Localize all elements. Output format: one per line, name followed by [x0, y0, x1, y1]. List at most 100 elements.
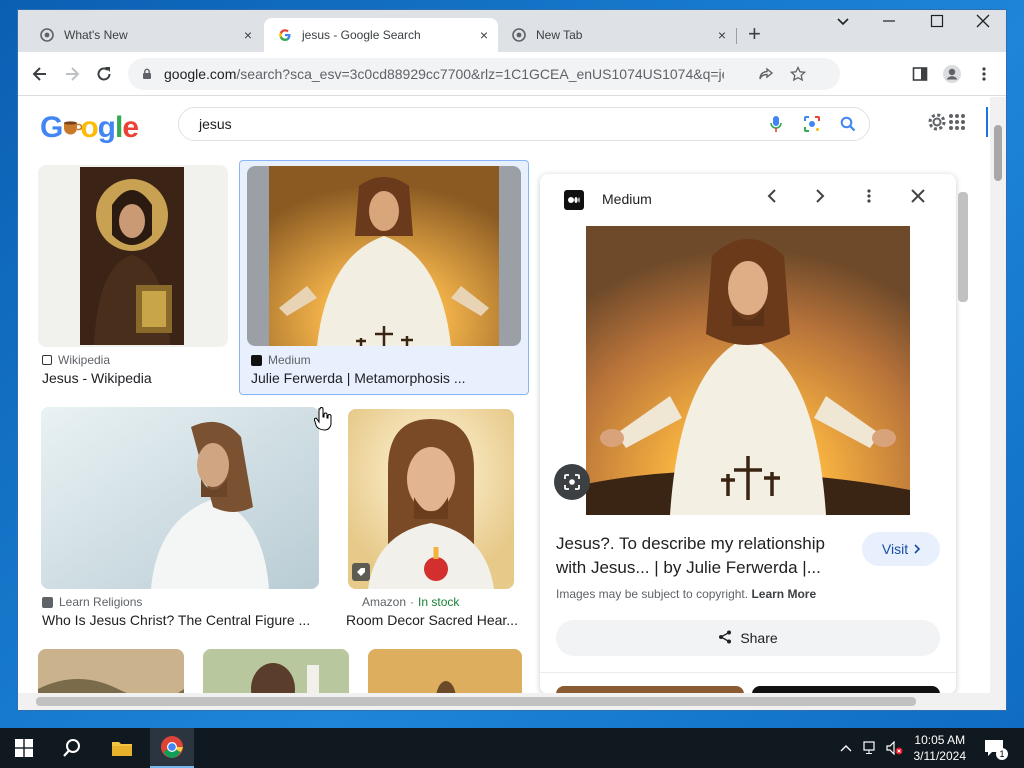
- visit-button[interactable]: Visit: [862, 532, 940, 566]
- tab-jesus-search[interactable]: jesus - Google Search ×: [264, 18, 498, 52]
- system-clock[interactable]: 10:05 AM 3/11/2024: [914, 732, 967, 764]
- close-preview-icon[interactable]: [910, 188, 926, 209]
- result-title[interactable]: Jesus - Wikipedia: [42, 370, 152, 386]
- related-image-2[interactable]: [752, 686, 940, 693]
- result-source-label: Learn Religions: [59, 595, 143, 609]
- result-image-learn-religions[interactable]: [41, 407, 319, 589]
- image-preview-panel: Medium Jesus?. To describe my relationsh…: [540, 174, 956, 693]
- share-page-icon[interactable]: [758, 66, 774, 87]
- microphone-icon[interactable]: [761, 109, 791, 139]
- hand-cursor-icon: [313, 407, 332, 436]
- google-lens-icon[interactable]: [797, 109, 827, 139]
- result-title[interactable]: Julie Ferwerda | Metamorphosis ...: [251, 370, 466, 386]
- back-icon[interactable]: [28, 62, 52, 86]
- related-image-1[interactable]: [556, 686, 744, 693]
- copyright-notice: Images may be subject to copyright. Lear…: [556, 587, 816, 601]
- volume-muted-icon[interactable]: [884, 728, 906, 768]
- notification-count: 1: [996, 748, 1008, 760]
- chevron-right-icon: [914, 541, 921, 557]
- more-options-icon[interactable]: [866, 188, 872, 209]
- search-input[interactable]: jesus: [199, 116, 761, 132]
- visit-label: Visit: [881, 541, 909, 557]
- share-icon: [718, 630, 732, 647]
- medium-icon: [251, 354, 262, 366]
- preview-image[interactable]: [586, 226, 910, 515]
- tab-whats-new[interactable]: What's New ×: [18, 18, 262, 52]
- result-image-amazon[interactable]: [348, 409, 514, 589]
- share-label: Share: [740, 630, 778, 646]
- chrome-icon: [512, 28, 526, 42]
- tab-title: New Tab: [536, 28, 583, 42]
- tab-separator: [736, 28, 737, 44]
- result-image-row3-2[interactable]: [203, 649, 349, 693]
- previous-icon[interactable]: [766, 188, 778, 209]
- learn-more-link[interactable]: Learn More: [751, 587, 816, 601]
- maximize-icon[interactable]: [930, 14, 944, 33]
- result-image-medium[interactable]: [247, 166, 521, 346]
- search-box[interactable]: jesus: [178, 107, 870, 141]
- share-button[interactable]: Share: [556, 620, 940, 656]
- stock-status: In stock: [418, 595, 460, 609]
- side-panel-icon[interactable]: [908, 62, 932, 86]
- close-window-icon[interactable]: [976, 14, 990, 33]
- close-tab-icon[interactable]: ×: [244, 27, 252, 43]
- address-bar[interactable]: google.com/search?sca_esv=3c0cd88929cc77…: [128, 58, 840, 90]
- clock-date: 3/11/2024: [913, 749, 967, 763]
- google-apps-icon[interactable]: [948, 113, 966, 136]
- network-icon[interactable]: [860, 728, 882, 768]
- taskbar-search-icon[interactable]: [50, 728, 94, 768]
- search-page: Gogle jesus Wikipedia Jesus - Wikipedia …: [18, 97, 990, 693]
- page-horizontal-scrollbar[interactable]: [18, 693, 1006, 710]
- page-edge-indicator: [986, 107, 988, 137]
- medium-logo-icon: [564, 190, 584, 210]
- close-tab-icon[interactable]: ×: [718, 27, 726, 43]
- result-source-label: Medium: [268, 353, 311, 367]
- vertical-scroll-thumb[interactable]: [994, 125, 1002, 181]
- panel-scrollbar[interactable]: [956, 174, 970, 693]
- file-explorer-icon[interactable]: [100, 728, 144, 768]
- visual-search-lens-icon[interactable]: [554, 464, 590, 500]
- lock-icon: [140, 67, 154, 81]
- start-windows-icon[interactable]: [0, 728, 48, 768]
- tab-title: jesus - Google Search: [302, 28, 421, 42]
- show-hidden-icons-chevron[interactable]: [836, 728, 856, 768]
- profile-avatar-icon[interactable]: [940, 62, 964, 86]
- copyright-text: Images may be subject to copyright.: [556, 587, 749, 601]
- reload-icon[interactable]: [92, 62, 116, 86]
- panel-scroll-thumb[interactable]: [958, 192, 968, 302]
- horizontal-scroll-thumb[interactable]: [36, 697, 916, 706]
- settings-gear-icon[interactable]: [926, 111, 948, 138]
- preview-source-name: Medium: [602, 191, 652, 207]
- forward-icon[interactable]: [60, 62, 84, 86]
- close-tab-icon[interactable]: ×: [480, 27, 488, 43]
- url-path: /search?sca_esv=3c0cd88929cc7700&rlz=1C1…: [236, 66, 724, 82]
- google-g-icon: [278, 28, 292, 42]
- browser-menu-icon[interactable]: [972, 62, 996, 86]
- tab-new-tab[interactable]: New Tab ×: [502, 18, 736, 52]
- tab-title: What's New: [64, 28, 128, 42]
- preview-header: Medium: [540, 174, 956, 226]
- result-title[interactable]: Room Decor Sacred Hear...: [346, 612, 518, 628]
- bookmark-star-icon[interactable]: [789, 65, 807, 87]
- minimize-icon[interactable]: [882, 14, 896, 33]
- result-image-row3-3[interactable]: [368, 649, 522, 693]
- windows-taskbar: 10:05 AM 3/11/2024 1: [0, 728, 1024, 768]
- next-icon[interactable]: [814, 188, 826, 209]
- new-tab-button[interactable]: +: [748, 22, 761, 46]
- preview-title[interactable]: Jesus?. To describe my relationship with…: [556, 532, 846, 580]
- search-icon[interactable]: [833, 109, 863, 139]
- page-vertical-scrollbar[interactable]: [990, 97, 1006, 693]
- browser-window: What's New × jesus - Google Search × New…: [18, 10, 1006, 710]
- google-logo[interactable]: Gogle: [40, 111, 139, 145]
- result-image-wikipedia[interactable]: [38, 165, 228, 347]
- result-image-row3-1[interactable]: [38, 649, 184, 693]
- tab-search-icon[interactable]: [836, 14, 850, 33]
- result-source: Wikipedia: [42, 353, 110, 367]
- result-title[interactable]: Who Is Jesus Christ? The Central Figure …: [42, 612, 310, 628]
- tab-strip: What's New × jesus - Google Search × New…: [18, 10, 1006, 52]
- chrome-taskbar-icon[interactable]: [150, 728, 194, 768]
- result-source-label: Wikipedia: [58, 353, 111, 367]
- wikipedia-icon: [42, 355, 52, 365]
- result-source: Learn Religions: [42, 595, 142, 609]
- notifications-icon[interactable]: 1: [980, 728, 1008, 768]
